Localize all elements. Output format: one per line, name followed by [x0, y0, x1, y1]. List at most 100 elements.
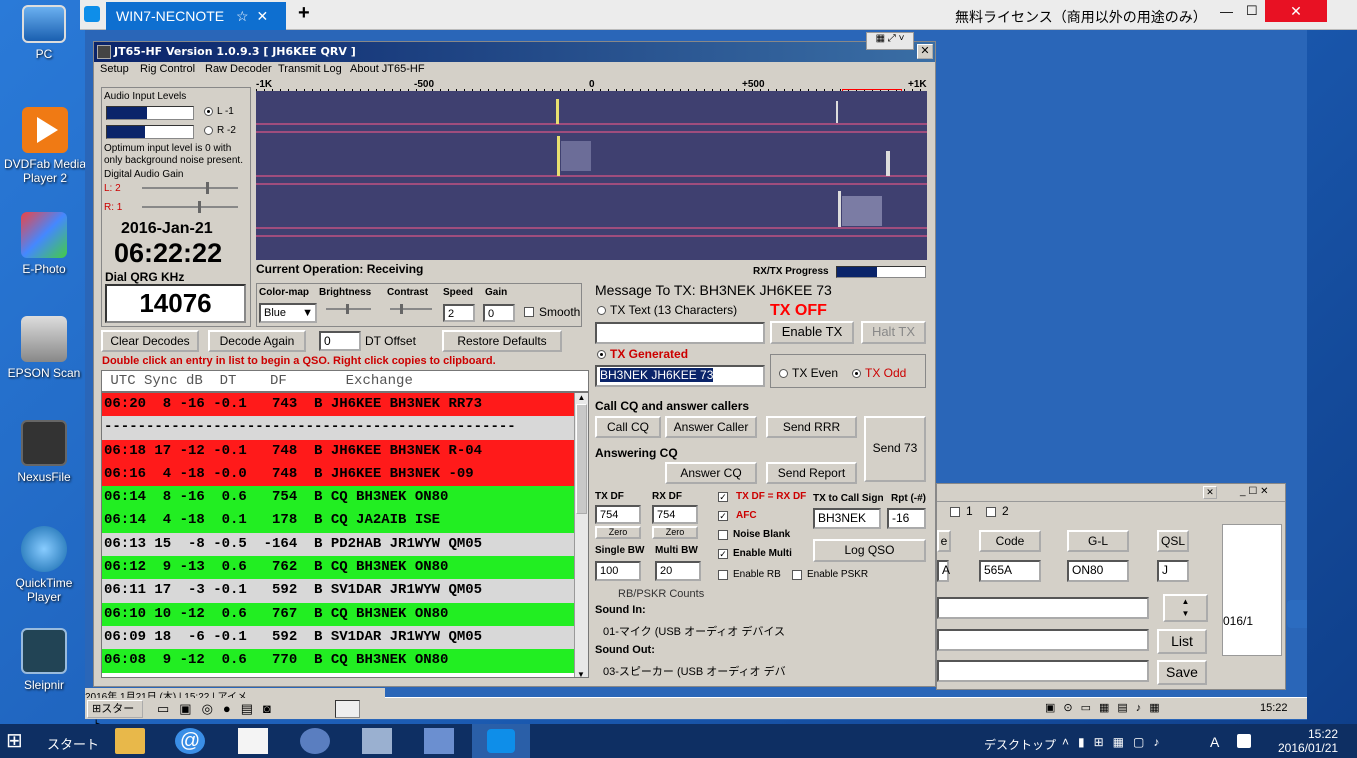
ime-indicator[interactable]: A	[1210, 734, 1219, 750]
column-button-partial[interactable]: e	[937, 530, 951, 552]
call-cq-button[interactable]: Call CQ	[595, 416, 661, 438]
quick-launch-icons[interactable]: ▭▣◎●▤◙	[157, 701, 281, 717]
log-qso-button[interactable]: Log QSO	[813, 539, 926, 562]
enable-tx-button[interactable]: Enable TX	[770, 321, 854, 344]
decode-row[interactable]: 06:14 4 -18 0.1 178 B CQ JA2AIB ISE	[102, 509, 576, 533]
radio-tx-generated[interactable]: TX Generated	[597, 347, 688, 361]
jt65-taskbar-button[interactable]	[335, 700, 360, 718]
close-window-icon[interactable]: ✕	[1265, 0, 1327, 22]
teamviewer-handle-icon[interactable]	[1287, 600, 1307, 628]
desktop-toolbar-label[interactable]: デスクトップ	[984, 736, 1056, 753]
decode-row[interactable]: 06:10 10 -12 0.6 767 B CQ BH3NEK ON80	[102, 602, 576, 626]
log-input-2[interactable]	[937, 629, 1149, 651]
mail-icon[interactable]: @	[175, 728, 205, 754]
option-1-checkbox[interactable]	[950, 507, 960, 517]
answer-cq-button[interactable]: Answer CQ	[665, 462, 757, 484]
desktop-icon-sleipnir[interactable]: Sleipnir	[0, 628, 88, 692]
dial-frequency-field[interactable]: 14076	[105, 284, 246, 323]
code-field[interactable]: 565A	[979, 560, 1041, 582]
send-report-button[interactable]: Send Report	[766, 462, 857, 484]
radio-tx-even[interactable]: TX Even	[779, 366, 838, 380]
scroll-up-icon[interactable]: ▲	[575, 393, 588, 402]
menu-about[interactable]: About JT65-HF	[350, 63, 425, 75]
tx-df-zero-button[interactable]: Zero	[595, 526, 641, 539]
decode-row[interactable]: 06:16 4 -18 -0.0 748 B JH6KEE BH3NEK -09	[102, 462, 576, 487]
explorer-icon[interactable]	[115, 728, 145, 754]
tx-text-input[interactable]	[595, 322, 765, 344]
txdf-eq-rxdf-checkbox[interactable]: ✓	[718, 492, 728, 502]
minimize-icon[interactable]: —	[1220, 4, 1233, 19]
decode-row[interactable]: 06:13 15 -8 -0.5 -164 B PD2HAB JR1WYW QM…	[102, 532, 576, 557]
scroll-down-icon[interactable]: ▼	[575, 670, 587, 677]
afc-checkbox[interactable]: ✓	[718, 511, 728, 521]
radio-tx-odd[interactable]: TX Odd	[852, 366, 906, 380]
ime-mode-icon[interactable]	[1237, 734, 1251, 748]
radio-left-channel[interactable]: L -1	[204, 106, 234, 117]
log-input-1[interactable]	[937, 597, 1149, 619]
decode-row[interactable]: 06:08 9 -12 0.6 770 B CQ BH3NEK ON80	[102, 649, 576, 673]
halt-tx-button[interactable]: Halt TX	[861, 321, 926, 344]
menu-raw-decoder[interactable]: Raw Decoder	[205, 63, 272, 75]
star-icon[interactable]: ☆	[236, 8, 249, 24]
dt-offset-spinner[interactable]: 0	[319, 331, 361, 351]
antenna-icon[interactable]	[424, 728, 454, 754]
log-input-3[interactable]	[937, 660, 1149, 682]
decode-row[interactable]: 06:20 8 -16 -0.1 743 B JH6KEE BH3NEK RR7…	[102, 393, 576, 417]
right-gain-slider[interactable]	[142, 201, 238, 213]
log-side-list[interactable]	[1222, 524, 1282, 656]
decode-row[interactable]: 06:11 17 -3 -0.1 592 B SV1DAR JR1WYW QM0…	[102, 579, 576, 603]
enable-multi-checkbox[interactable]: ✓	[718, 549, 728, 559]
qsl-field[interactable]: J	[1157, 560, 1189, 582]
close-tab-icon[interactable]: ✕	[256, 8, 268, 24]
gl-column-button[interactable]: G-L	[1067, 530, 1129, 552]
waterfall-display[interactable]	[256, 91, 927, 260]
send-rrr-button[interactable]: Send RRR	[766, 416, 857, 438]
decode-row[interactable]: 06:09 18 -6 -0.1 592 B SV1DAR JR1WYW QM0…	[102, 625, 576, 650]
field-partial[interactable]: A	[937, 560, 950, 582]
tray-icons[interactable]: ˄▮⊞▦▢♪	[1062, 735, 1168, 749]
clock[interactable]: 15:22 2016/01/21	[1278, 727, 1338, 755]
single-bw-spinner[interactable]: 100	[595, 561, 641, 581]
contrast-slider[interactable]	[390, 304, 432, 314]
radio-right-channel[interactable]: R -2	[204, 125, 236, 136]
notepad-icon[interactable]	[238, 728, 268, 754]
desktop-icon-epson[interactable]: EPSON Scan	[0, 316, 88, 380]
tx-df-spinner[interactable]: 754	[595, 505, 641, 524]
decode-again-button[interactable]: Decode Again	[208, 330, 306, 352]
decode-list[interactable]: 06:20 8 -16 -0.1 743 B JH6KEE BH3NEK RR7…	[101, 392, 589, 678]
decode-row[interactable]: 06:14 8 -16 0.6 754 B CQ BH3NEK ON80	[102, 486, 576, 510]
close-icon[interactable]: ✕	[1203, 486, 1217, 499]
tab-remote-session[interactable]: WIN7-NECNOTE ☆ ✕	[106, 2, 286, 30]
radio-tx-text[interactable]: TX Text (13 Characters)	[597, 303, 737, 317]
decode-row[interactable]: ----------------------------------------…	[102, 416, 576, 440]
send-73-button[interactable]: Send 73	[864, 416, 926, 482]
decode-list-scrollbar[interactable]: ▲ ▼	[574, 393, 588, 677]
restore-defaults-button[interactable]: Restore Defaults	[442, 330, 562, 352]
enable-rb-checkbox[interactable]	[718, 570, 728, 580]
noise-blank-checkbox[interactable]	[718, 530, 728, 540]
menu-rig-control[interactable]: Rig Control	[140, 63, 195, 75]
save-button[interactable]: Save	[1157, 660, 1207, 685]
enable-pskr-checkbox[interactable]	[792, 570, 802, 580]
teamviewer-toolbar-icon[interactable]: ▦ ⤢ ˅	[866, 32, 914, 50]
code-column-button[interactable]: Code	[979, 530, 1041, 552]
gl-field[interactable]: ON80	[1067, 560, 1129, 582]
remote-start-button[interactable]: ⊞スタート	[87, 700, 143, 731]
list-button[interactable]: List	[1157, 629, 1207, 654]
answer-caller-button[interactable]: Answer Caller	[665, 416, 757, 438]
speed-spinner[interactable]: 2	[443, 304, 475, 322]
multi-bw-spinner[interactable]: 20	[655, 561, 701, 581]
app-icon-5[interactable]	[362, 728, 392, 754]
gain-spinner[interactable]: 0	[483, 304, 515, 322]
qsl-column-button[interactable]: QSL	[1157, 530, 1189, 552]
rpt-field[interactable]: -16	[887, 508, 926, 529]
desktop-icon-nexusfile[interactable]: NexusFile	[0, 420, 88, 484]
rx-df-zero-button[interactable]: Zero	[652, 526, 698, 539]
desktop-icon-ephoto[interactable]: E-Photo	[0, 212, 88, 276]
scroll-thumb[interactable]	[576, 404, 587, 514]
tx-generated-field[interactable]: BH3NEK JH6KEE 73	[595, 365, 765, 387]
app-icon-4[interactable]	[300, 728, 330, 754]
maximize-icon[interactable]: ☐	[1246, 3, 1258, 19]
add-tab-icon[interactable]: +	[298, 2, 310, 25]
teamviewer-taskbar-button[interactable]	[472, 724, 530, 758]
